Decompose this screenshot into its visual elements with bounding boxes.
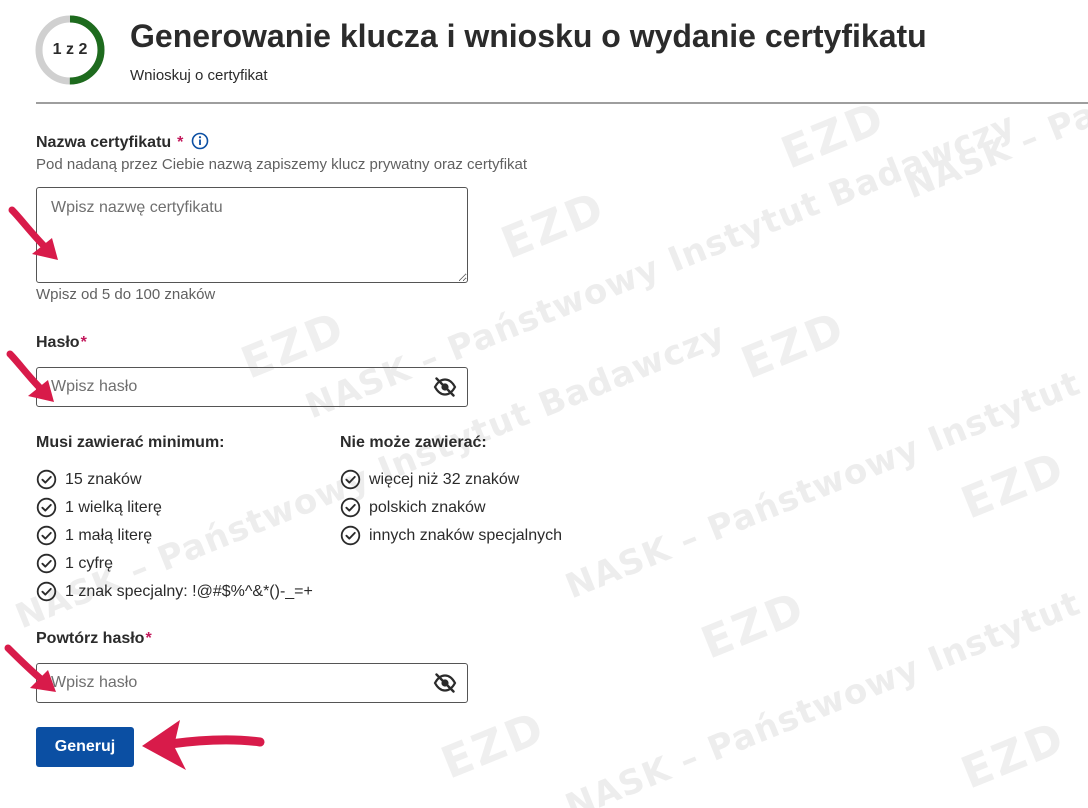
check-circle-icon <box>340 525 361 546</box>
rule-text: innych znaków specjalnych <box>369 526 562 544</box>
must-not-contain-title: Nie może zawierać: <box>340 434 487 451</box>
red-arrow-annotation <box>8 206 58 260</box>
rule-text: 1 wielką literę <box>65 498 162 516</box>
info-icon[interactable] <box>191 132 209 155</box>
cert-name-label: Nazwa certyfikatu * <box>36 132 209 155</box>
watermark-text: NASK – Państwowy Instytut Badawczy <box>560 284 1088 608</box>
rule-item: 15 znaków <box>36 469 142 490</box>
red-arrow-annotation <box>142 720 265 770</box>
rule-item: polskich znaków <box>340 497 486 518</box>
header-divider <box>36 102 1088 104</box>
red-arrow-annotation <box>4 644 56 692</box>
rule-item: 1 cyfrę <box>36 553 113 574</box>
rule-text: 1 znak specjalny: !@#$%^&*()-_=+ <box>65 582 313 600</box>
check-circle-icon <box>36 581 57 602</box>
rule-item: 1 małą literę <box>36 525 152 546</box>
must-contain-title: Musi zawierać minimum: <box>36 434 225 451</box>
rule-text: 15 znaków <box>65 470 142 488</box>
watermark-logo: EZD <box>434 701 554 790</box>
page-subtitle: Wnioskuj o certyfikat <box>130 67 268 84</box>
cert-name-description: Pod nadaną przez Ciebie nazwą zapiszemy … <box>36 156 528 173</box>
cert-name-hint: Wpisz od 5 do 100 znaków <box>36 286 216 303</box>
watermark-logo: EZD <box>954 711 1074 800</box>
repeat-password-input[interactable] <box>51 664 411 702</box>
cert-name-textarea[interactable] <box>36 187 468 283</box>
watermark-logo: EZD <box>494 181 614 270</box>
page-title: Generowanie klucza i wniosku o wydanie c… <box>130 18 927 54</box>
check-circle-icon <box>340 497 361 518</box>
watermark-logo: EZD <box>774 91 894 180</box>
page-header: 1 z 2 Generowanie klucza i wniosku o wyd… <box>0 0 1088 104</box>
password-input[interactable] <box>51 368 411 406</box>
required-mark: * <box>80 334 87 351</box>
rule-text: więcej niż 32 znaków <box>369 470 520 488</box>
red-arrow-annotation <box>6 350 54 402</box>
rule-text: 1 małą literę <box>65 526 153 544</box>
cert-name-label-text: Nazwa certyfikatu <box>36 134 172 151</box>
watermark-text: NASK – Państwowy Instytut Badawczy <box>560 504 1088 808</box>
required-mark: * <box>177 134 184 151</box>
rule-item: innych znaków specjalnych <box>340 525 562 546</box>
required-mark: * <box>145 630 152 647</box>
repeat-password-field <box>36 663 468 703</box>
password-field <box>36 367 468 407</box>
rule-item: 1 wielką literę <box>36 497 162 518</box>
rule-text: polskich znaków <box>369 498 486 516</box>
check-circle-icon <box>36 525 57 546</box>
step-counter: 1 z 2 <box>52 41 88 58</box>
rule-item: 1 znak specjalny: !@#$%^&*()-_=+ <box>36 581 313 602</box>
eye-slash-icon[interactable] <box>433 673 457 693</box>
eye-slash-icon[interactable] <box>433 377 457 397</box>
check-circle-icon <box>340 469 361 490</box>
check-circle-icon <box>36 553 57 574</box>
check-circle-icon <box>36 497 57 518</box>
watermark-logo: EZD <box>734 301 854 390</box>
watermark-logo: EZD <box>954 441 1074 530</box>
rule-text: 1 cyfrę <box>65 554 114 572</box>
check-circle-icon <box>36 469 57 490</box>
watermark-logo: EZD <box>694 581 814 670</box>
generate-button[interactable]: Generuj <box>36 727 134 767</box>
rule-item: więcej niż 32 znaków <box>340 469 519 490</box>
